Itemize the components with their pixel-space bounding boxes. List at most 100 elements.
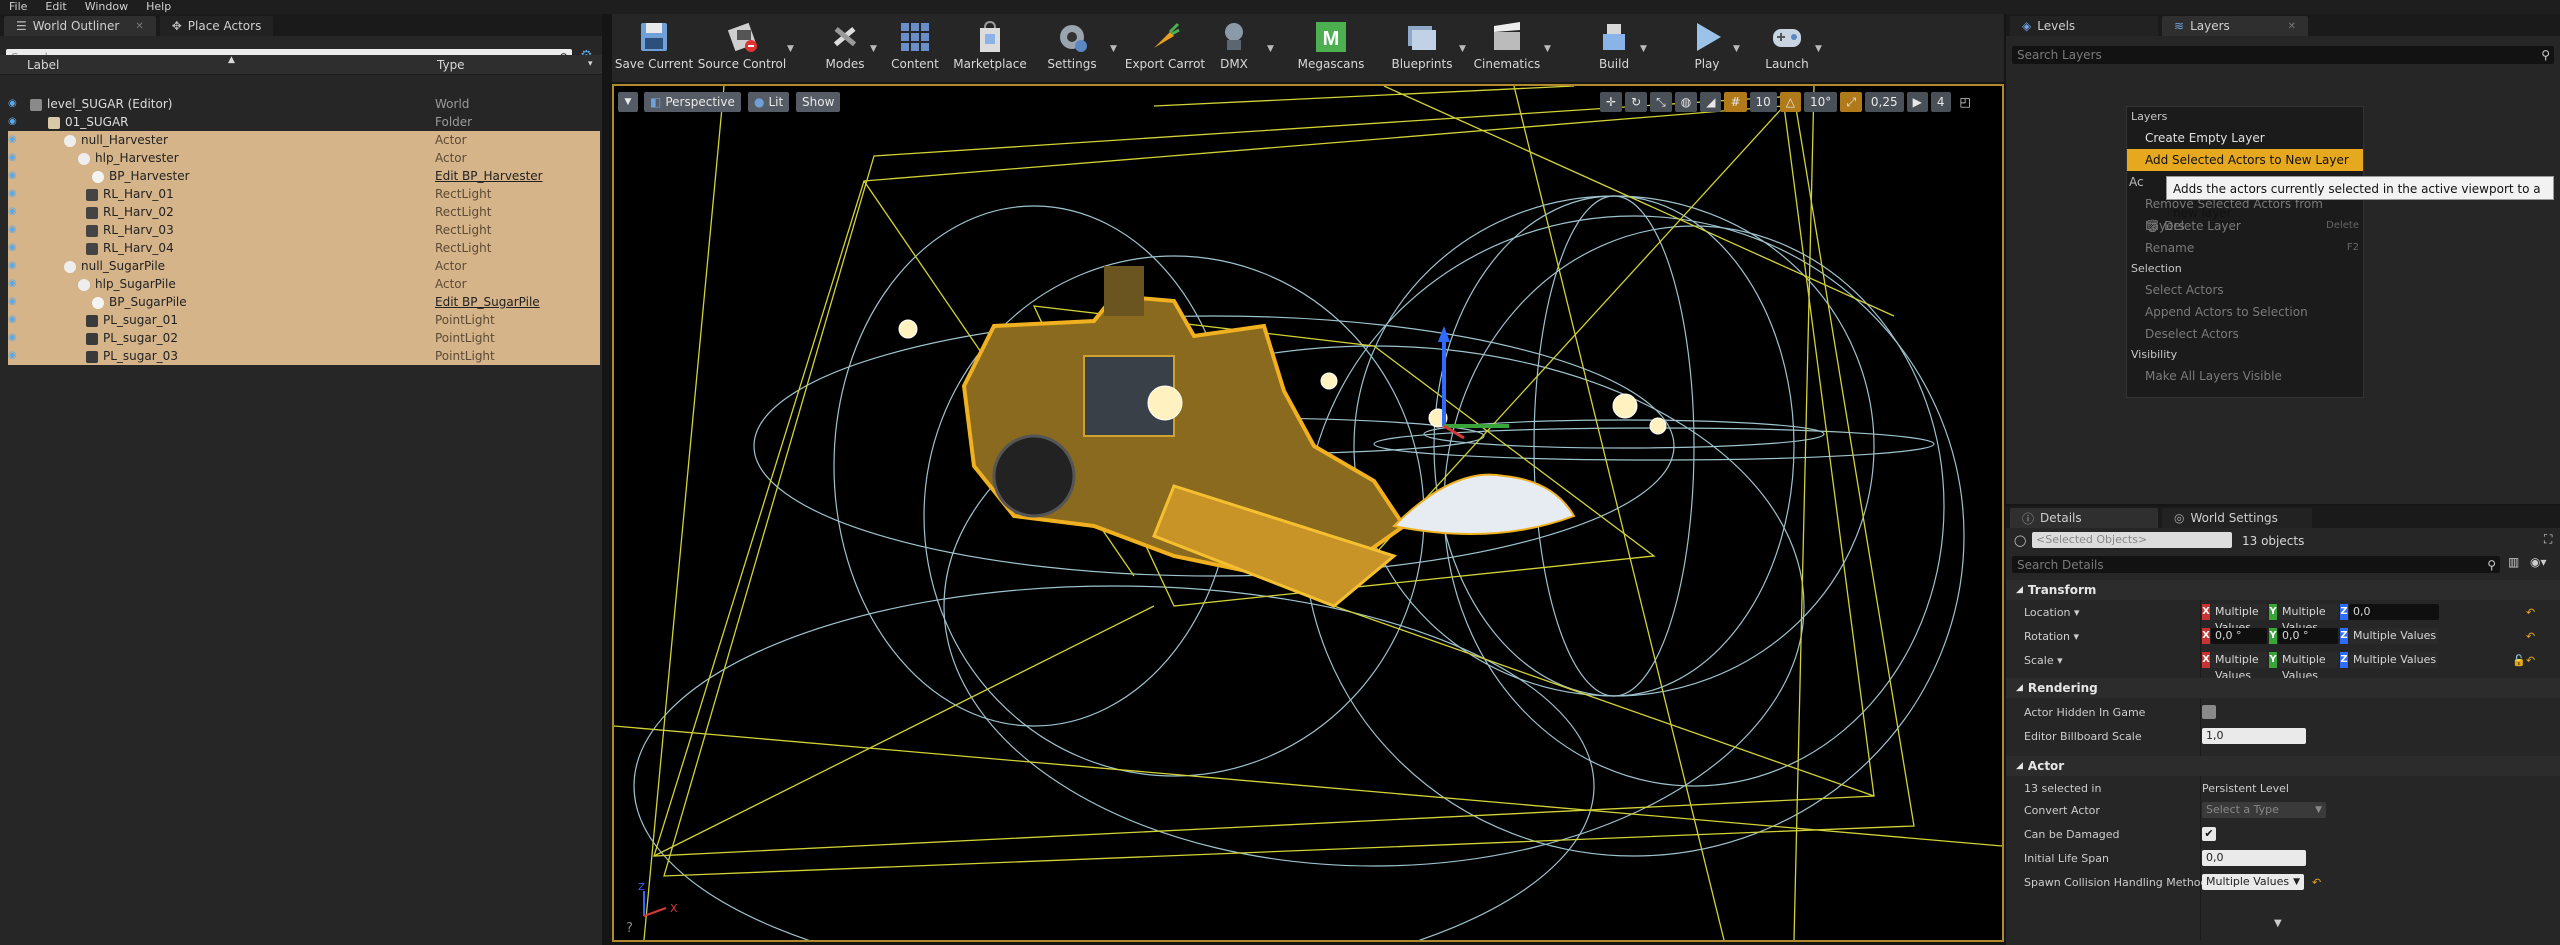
table-row[interactable]: ◉ hlp_Harvester Actor: [8, 149, 600, 167]
menu-item-delete-layer[interactable]: 🗑 Delete Layer Delete: [2127, 215, 2363, 237]
chevron-down-icon[interactable]: ▼: [1267, 44, 1274, 54]
rotation-z-field[interactable]: Multiple Values: [2349, 628, 2439, 644]
location-z-field[interactable]: 0,0: [2349, 604, 2439, 620]
location-y-field[interactable]: Multiple Values: [2278, 604, 2338, 634]
section-rendering[interactable]: ◢ Rendering: [2006, 678, 2560, 698]
source-control-button[interactable]: Source Control: [697, 20, 787, 71]
rotation-snap-value[interactable]: 10°: [1804, 92, 1838, 112]
visibility-eye-icon[interactable]: ◉: [8, 117, 22, 127]
chevron-down-icon[interactable]: ▾: [588, 59, 593, 69]
chevron-down-icon[interactable]: ▼: [1110, 44, 1117, 54]
chevron-down-icon[interactable]: ▼: [1733, 44, 1740, 54]
tab-place-actors[interactable]: ✥ Place Actors: [159, 16, 274, 36]
rotation-label[interactable]: Rotation ▾: [2024, 630, 2079, 643]
menu-item-make-all-visible[interactable]: Make All Layers Visible: [2127, 365, 2363, 387]
eye-icon[interactable]: ◉▾: [2530, 555, 2547, 569]
visibility-eye-icon[interactable]: ◉: [8, 207, 22, 217]
table-row[interactable]: ◉ RL_Harv_04 RectLight: [8, 239, 600, 257]
surface-snap-icon[interactable]: ◢: [1700, 92, 1722, 112]
grid-snap-icon[interactable]: #: [1724, 92, 1747, 112]
tab-layers[interactable]: ≋ Layers ✕: [2162, 16, 2308, 36]
table-row[interactable]: ◉ PL_sugar_01 PointLight: [8, 311, 600, 329]
chevron-down-icon[interactable]: ▼: [1459, 44, 1466, 54]
menu-edit[interactable]: Edit: [36, 0, 75, 14]
table-row[interactable]: ◉ BP_SugarPile Edit BP_SugarPile: [8, 293, 600, 311]
menu-help[interactable]: Help: [137, 0, 180, 14]
menu-file[interactable]: File: [0, 0, 36, 14]
content-button[interactable]: Content: [880, 20, 950, 71]
section-transform[interactable]: ◢ Transform: [2006, 580, 2560, 600]
megascans-button[interactable]: M Megascans: [1292, 20, 1370, 71]
menu-item-append-actors[interactable]: Append Actors to Selection: [2127, 301, 2363, 323]
menu-item-rename[interactable]: Rename F2: [2127, 237, 2363, 259]
location-label[interactable]: Location ▾: [2024, 606, 2080, 619]
lock-icon[interactable]: 🔓: [2512, 654, 2526, 667]
dmx-button[interactable]: DMX: [1209, 20, 1259, 71]
close-icon[interactable]: ✕: [2288, 21, 2296, 32]
reset-icon[interactable]: ↶: [2526, 606, 2535, 619]
visibility-eye-icon[interactable]: ◉: [8, 153, 22, 163]
visibility-eye-icon[interactable]: ◉: [8, 279, 22, 289]
visibility-eye-icon[interactable]: ◉: [8, 333, 22, 343]
table-row[interactable]: ◉ hlp_SugarPile Actor: [8, 275, 600, 293]
save-current-button[interactable]: Save Current: [609, 20, 699, 71]
help-icon[interactable]: ?: [626, 921, 633, 936]
marketplace-button[interactable]: Marketplace: [950, 20, 1030, 71]
convert-actor-dropdown[interactable]: Select a Type ▼: [2202, 802, 2326, 818]
visibility-eye-icon[interactable]: ◉: [8, 135, 22, 145]
chevron-down-icon[interactable]: ▼: [1815, 44, 1822, 54]
billboard-scale-field[interactable]: 1,0: [2202, 728, 2306, 744]
expand-more-icon[interactable]: ▼: [2274, 918, 2282, 929]
visibility-eye-icon[interactable]: ◉: [8, 99, 22, 109]
edit-blueprint-link[interactable]: Edit BP_Harvester: [435, 169, 543, 183]
can-be-damaged-checkbox[interactable]: ✔: [2202, 827, 2216, 841]
chevron-down-icon[interactable]: ▼: [1544, 44, 1551, 54]
chevron-down-icon[interactable]: ▼: [1640, 44, 1647, 54]
table-row[interactable]: ◉ RL_Harv_03 RectLight: [8, 221, 600, 239]
tab-world-settings[interactable]: ◎ World Settings: [2162, 508, 2312, 528]
grid-snap-value[interactable]: 10: [1749, 92, 1777, 112]
level-viewport[interactable]: X Z ▼ ◧ Perspective ● Lit Show ✛ ↻ ⤡ ◍ ◢ #…: [612, 84, 2004, 942]
column-label-header[interactable]: Label: [27, 58, 59, 72]
settings-button[interactable]: Settings: [1037, 20, 1107, 71]
scale-x-field[interactable]: Multiple Values: [2211, 652, 2267, 682]
column-type-header[interactable]: Type: [437, 58, 465, 72]
camera-speed-value[interactable]: 4: [1930, 92, 1951, 112]
table-row[interactable]: ◉ PL_sugar_02 PointLight: [8, 329, 600, 347]
table-row[interactable]: ◉ PL_sugar_03 PointLight: [8, 347, 600, 365]
cinematics-button[interactable]: Cinematics: [1467, 20, 1547, 71]
table-row[interactable]: ◉ level_SUGAR (Editor) World: [8, 95, 600, 113]
lit-button[interactable]: ● Lit: [748, 92, 790, 112]
scale-z-field[interactable]: Multiple Values: [2349, 652, 2439, 668]
spawn-collision-dropdown[interactable]: Multiple Values ▼: [2202, 874, 2304, 890]
viewport-options-button[interactable]: ▼: [618, 92, 638, 112]
scale-y-field[interactable]: Multiple Values: [2278, 652, 2338, 682]
blueprints-button[interactable]: Blueprints: [1380, 20, 1464, 71]
table-row[interactable]: ◉ RL_Harv_02 RectLight: [8, 203, 600, 221]
chevron-down-icon[interactable]: ▼: [870, 44, 877, 54]
lock-icon[interactable]: ⛶: [2544, 532, 2552, 547]
visibility-eye-icon[interactable]: ◉: [8, 351, 22, 361]
close-icon[interactable]: ✕: [135, 21, 143, 32]
hidden-in-game-checkbox[interactable]: [2202, 705, 2216, 719]
table-row[interactable]: ◉ BP_Harvester Edit BP_Harvester: [8, 167, 600, 185]
rotate-mode-icon[interactable]: ↻: [1625, 92, 1648, 112]
visibility-eye-icon[interactable]: ◉: [8, 189, 22, 199]
maximize-viewport-icon[interactable]: ◰: [1954, 92, 1977, 112]
rotation-y-field[interactable]: 0,0 °: [2278, 628, 2338, 644]
location-x-field[interactable]: Multiple Values: [2211, 604, 2267, 634]
reset-icon[interactable]: ↶: [2526, 630, 2535, 643]
world-local-icon[interactable]: ◍: [1674, 92, 1698, 112]
property-matrix-icon[interactable]: ▥: [2508, 555, 2519, 569]
reset-icon[interactable]: ↶: [2312, 876, 2321, 889]
rotation-snap-icon[interactable]: △: [1779, 92, 1802, 112]
perspective-button[interactable]: ◧ Perspective: [644, 92, 741, 112]
reset-icon[interactable]: ↶: [2526, 654, 2535, 667]
visibility-eye-icon[interactable]: ◉: [8, 315, 22, 325]
tab-levels[interactable]: ◈ Levels: [2010, 16, 2158, 36]
visibility-eye-icon[interactable]: ◉: [8, 225, 22, 235]
visibility-eye-icon[interactable]: ◉: [8, 243, 22, 253]
menu-item-deselect-actors[interactable]: Deselect Actors: [2127, 323, 2363, 345]
selected-objects-field[interactable]: <Selected Objects>: [2032, 532, 2232, 548]
camera-speed-icon[interactable]: ▶: [1906, 92, 1928, 112]
